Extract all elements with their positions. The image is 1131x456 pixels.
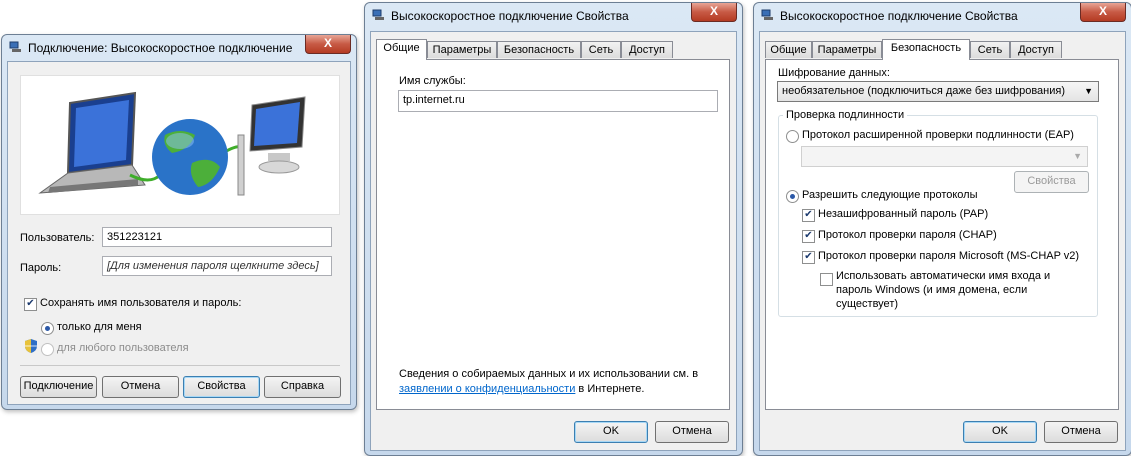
tab-security[interactable]: Безопасность — [497, 41, 581, 58]
ok-button[interactable]: OK — [574, 421, 648, 443]
password-field[interactable]: [Для изменения пароля щелкните здесь] — [102, 256, 332, 276]
close-button[interactable]: X — [305, 35, 351, 54]
save-credentials-label: Сохранять имя пользователя и пароль: — [40, 297, 242, 309]
encryption-label: Шифрование данных: — [778, 67, 890, 79]
dropdown-arrow-icon: ▼ — [1084, 86, 1093, 96]
chap-checkbox[interactable]: ✔ — [802, 230, 815, 243]
connect-button[interactable]: Подключение — [20, 376, 97, 398]
auto-logon-checkbox[interactable] — [820, 273, 833, 286]
password-label: Пароль: — [20, 262, 62, 274]
window-title: Высокоскоростное подключение Свойства — [780, 9, 1018, 23]
auto-logon-label-line1: Использовать автоматически имя входа и — [836, 270, 1051, 282]
eap-radio[interactable] — [786, 130, 799, 143]
title-bar[interactable]: Высокоскоростное подключение Свойства X — [365, 3, 742, 29]
close-button[interactable]: X — [691, 3, 737, 22]
tab-network[interactable]: Сеть — [970, 41, 1010, 58]
dialog-body: Пользователь: 351223121 Пароль: [Для изм… — [7, 61, 351, 405]
eap-dropdown[interactable]: ▼ — [801, 146, 1088, 167]
tab-sharing[interactable]: Доступ — [621, 41, 673, 58]
auth-group-title: Проверка подлинности — [783, 109, 908, 121]
privacy-line2: заявлении о конфиденциальности в Интерне… — [399, 383, 644, 395]
dialog-body: Общие Параметры Безопасность Сеть Доступ… — [370, 31, 737, 451]
window-title: Высокоскоростное подключение Свойства — [391, 9, 629, 23]
chap-label: Протокол проверки пароля (CHAP) — [818, 229, 997, 241]
close-button[interactable]: X — [1080, 3, 1126, 22]
window-title: Подключение: Высокоскоростное подключени… — [28, 41, 293, 55]
pap-label: Незашифрованный пароль (PAP) — [818, 208, 989, 220]
tab-panel: Имя службы: tp.internet.ru Сведения о со… — [376, 59, 730, 410]
allow-protocols-label: Разрешить следующие протоколы — [802, 189, 978, 201]
pap-checkbox[interactable]: ✔ — [802, 209, 815, 222]
privacy-link[interactable]: заявлении о конфиденциальности — [399, 383, 575, 395]
service-name-label-text: Имя службы: — [399, 75, 466, 87]
properties-dialog-general: Высокоскоростное подключение Свойства X … — [364, 2, 743, 456]
dropdown-arrow-icon: ▼ — [1073, 151, 1082, 161]
tab-network[interactable]: Сеть — [581, 41, 621, 58]
shield-icon — [25, 339, 37, 353]
title-bar[interactable]: Подключение: Высокоскоростное подключени… — [2, 35, 356, 61]
ok-button[interactable]: OK — [963, 421, 1037, 443]
encryption-dropdown[interactable]: необязательное (подключиться даже без ши… — [777, 81, 1099, 102]
mschap-label: Протокол проверки пароля Microsoft (MS-C… — [818, 250, 1080, 262]
only-me-radio[interactable] — [41, 322, 54, 335]
user-field[interactable]: 351223121 — [102, 227, 332, 247]
auto-logon-label-line2: пароль Windows (и имя домена, если — [836, 284, 1028, 296]
cancel-button[interactable]: Отмена — [655, 421, 729, 443]
eap-properties-button[interactable]: Свойства — [1014, 171, 1089, 193]
any-user-radio[interactable] — [41, 343, 54, 356]
illustration-frame — [20, 75, 340, 215]
tab-security[interactable]: Безопасность — [882, 39, 970, 60]
service-name-label: Имя службы: — [399, 75, 466, 87]
tab-sharing[interactable]: Доступ — [1010, 41, 1062, 58]
tab-options[interactable]: Параметры — [812, 41, 882, 58]
save-credentials-checkbox[interactable]: ✔ — [24, 298, 37, 311]
connect-dialog: Подключение: Высокоскоростное подключени… — [1, 34, 357, 410]
mschap-checkbox[interactable]: ✔ — [802, 251, 815, 264]
tab-general[interactable]: Общие — [376, 39, 427, 60]
separator — [20, 365, 340, 366]
service-name-field[interactable]: tp.internet.ru — [398, 90, 718, 112]
privacy-tail: в Интернете. — [575, 383, 645, 395]
help-button[interactable]: Справка — [264, 376, 341, 398]
any-user-label: для любого пользователя — [57, 342, 189, 354]
properties-dialog-security: Высокоскоростное подключение Свойства X … — [753, 2, 1131, 456]
tab-panel: Шифрование данных: необязательное (подкл… — [765, 59, 1119, 410]
eap-label: Протокол расширенной проверки подлинност… — [802, 129, 1074, 141]
allow-protocols-radio[interactable] — [786, 190, 799, 203]
title-bar[interactable]: Высокоскоростное подключение Свойства X — [754, 3, 1131, 29]
network-connection-icon — [761, 9, 773, 20]
auto-logon-label-line3: существует) — [836, 298, 899, 310]
tab-strip: Общие Параметры Безопасность Сеть Доступ — [376, 39, 726, 60]
user-label: Пользователь: — [20, 232, 95, 244]
network-connection-icon — [372, 9, 384, 20]
network-connection-icon — [9, 41, 21, 52]
tab-general[interactable]: Общие — [765, 41, 812, 58]
properties-button[interactable]: Свойства — [183, 376, 260, 398]
dialog-body: Общие Параметры Безопасность Сеть Доступ… — [759, 31, 1126, 451]
cancel-button[interactable]: Отмена — [1044, 421, 1118, 443]
tab-options[interactable]: Параметры — [427, 41, 497, 58]
only-me-label: только для меня — [57, 321, 142, 333]
cancel-button[interactable]: Отмена — [102, 376, 179, 398]
tab-strip: Общие Параметры Безопасность Сеть Доступ — [765, 39, 1115, 60]
privacy-text: Сведения о собираемых данных и их исполь… — [399, 368, 699, 380]
encryption-value: необязательное (подключиться даже без ши… — [782, 85, 1066, 97]
